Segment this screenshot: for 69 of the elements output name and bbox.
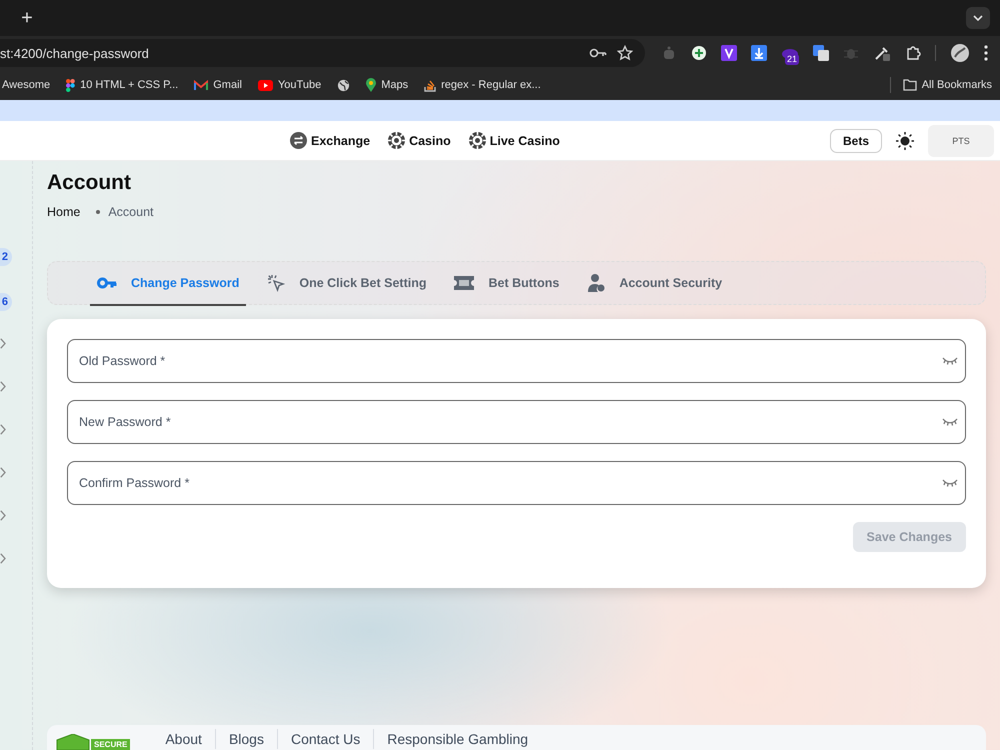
footer-link[interactable]: Blogs [214, 729, 277, 749]
page-title: Account [47, 171, 132, 195]
plus-icon[interactable] [691, 45, 707, 61]
tab-search-button[interactable] [966, 7, 990, 29]
map-pin-icon [366, 78, 376, 92]
nav-link[interactable]: Casino [388, 132, 451, 149]
eye-closed-icon[interactable] [942, 357, 958, 365]
bookmark[interactable]: 10 HTML + CSS P... [66, 78, 178, 92]
users-icon [587, 274, 606, 292]
key-icon [97, 277, 117, 289]
stack-icon [424, 78, 436, 92]
breadcrumb-separator [96, 210, 100, 214]
translate-icon[interactable] [813, 45, 829, 61]
key-icon[interactable] [589, 48, 607, 58]
password-field[interactable]: Confirm Password * [67, 461, 966, 505]
nav-link[interactable]: Live Casino [468, 132, 560, 149]
count-badge: 2 [0, 248, 12, 266]
more-icon[interactable] [984, 45, 988, 61]
eye-closed-icon[interactable] [942, 479, 958, 487]
bookmark[interactable]: Gmail [194, 79, 242, 91]
ticket-icon [454, 276, 474, 290]
address-bar[interactable]: st:4200/change-password [0, 39, 645, 67]
chevron-right-icon[interactable] [0, 381, 6, 392]
all-bookmarks-button[interactable]: All Bookmarks [902, 79, 992, 91]
folder-icon [902, 79, 917, 91]
tab[interactable]: One Click Bet Setting [260, 262, 434, 306]
password-field[interactable]: Old Password * [67, 339, 966, 383]
footer-link[interactable]: Responsible Gambling [373, 729, 542, 749]
password-field[interactable]: New Password * [67, 400, 966, 444]
casino-chip-icon [468, 132, 486, 149]
tab[interactable]: Account Security [580, 262, 730, 306]
puzzle-icon[interactable] [905, 45, 921, 61]
chevron-right-icon[interactable] [0, 338, 6, 349]
play-icon [258, 80, 273, 90]
bookmark[interactable]: Awesome [2, 79, 50, 91]
secure-badge: SECURE [55, 730, 130, 750]
notification-badge: 21 [785, 54, 800, 65]
points-display: PTS [928, 124, 994, 156]
footer-link[interactable]: About [165, 729, 215, 749]
bookmark[interactable]: YouTube [258, 79, 322, 91]
sun-icon[interactable] [896, 132, 914, 150]
chevron-right-icon[interactable] [0, 424, 6, 435]
chevron-down-icon [973, 15, 983, 21]
bookmark[interactable]: regex - Regular ex... [424, 78, 541, 92]
v-logo-icon[interactable] [721, 45, 737, 61]
star-icon[interactable] [617, 45, 633, 61]
nav-link[interactable]: Exchange [290, 132, 370, 149]
exchange-icon [290, 132, 307, 149]
bookmark[interactable]: Maps [366, 78, 408, 92]
bets-button[interactable]: Bets [830, 128, 882, 152]
footer-link[interactable]: Contact Us [276, 729, 374, 749]
chevron-right-icon[interactable] [0, 467, 6, 478]
figma-icon [66, 78, 76, 92]
chevron-right-icon[interactable] [0, 553, 6, 564]
bookmark[interactable] [337, 78, 350, 92]
breadcrumb-link[interactable]: Home [47, 205, 80, 219]
shield-icon [55, 734, 91, 750]
profile-avatar-icon[interactable] [950, 43, 970, 63]
chevron-right-icon[interactable] [0, 510, 6, 521]
count-badge: 6 [0, 293, 12, 311]
new-tab-button[interactable]: + [20, 8, 34, 28]
tab[interactable]: Bet Buttons [447, 262, 566, 306]
mail-icon [194, 80, 208, 90]
casino-chip-icon [388, 132, 406, 149]
download-icon[interactable] [751, 45, 767, 61]
cursor-click-icon [267, 274, 286, 292]
globe-icon [337, 78, 350, 92]
breadcrumb-current: Account [108, 205, 154, 219]
eye-closed-icon[interactable] [942, 418, 958, 426]
